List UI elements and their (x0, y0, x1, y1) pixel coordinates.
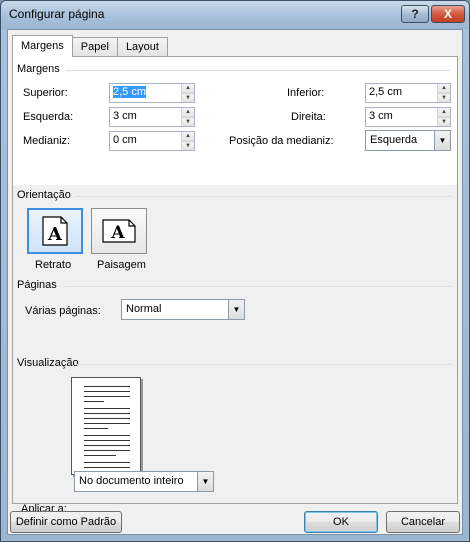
spin-up-icon[interactable]: ▲ (182, 84, 194, 93)
help-icon: ? (411, 7, 419, 21)
esquerda-spin-arrows[interactable]: ▲ ▼ (181, 108, 194, 126)
spin-down-icon[interactable]: ▼ (182, 116, 194, 126)
medianiz-spinner[interactable]: 0 cm ▲ ▼ (109, 131, 195, 151)
page-setup-dialog: Configurar página ? X Margens Papel Layo… (0, 0, 470, 542)
apply-to-select[interactable]: No documento inteiro ▼ (74, 471, 214, 492)
orientation-separator (75, 196, 451, 197)
title-bar[interactable]: Configurar página ? X (1, 1, 469, 29)
inferior-label: Inferior: (287, 87, 325, 99)
direita-spin-arrows[interactable]: ▲ ▼ (437, 108, 450, 126)
chevron-down-icon[interactable]: ▼ (434, 131, 450, 150)
set-as-default-button[interactable]: Definir como Padrão (10, 511, 122, 533)
superior-label: Superior: (23, 87, 68, 99)
pages-separator (65, 286, 451, 287)
close-icon: X (443, 7, 452, 21)
portrait-page-icon: A (42, 216, 68, 246)
portrait-label: Retrato (35, 259, 72, 271)
medianiz-value[interactable]: 0 cm (110, 132, 181, 150)
cancel-button[interactable]: Cancelar (386, 511, 460, 533)
close-button[interactable]: X (431, 5, 465, 23)
posicao-medianiz-value: Esquerda (370, 134, 418, 146)
margins-group: Margens Superior: 2,5 cm ▲ ▼ Inferior: 2,… (13, 57, 457, 185)
margins-separator (65, 70, 451, 71)
portrait-button[interactable]: A (27, 208, 83, 254)
superior-spin-arrows[interactable]: ▲ ▼ (181, 84, 194, 102)
esquerda-label: Esquerda: (23, 111, 74, 123)
esquerda-value[interactable]: 3 cm (110, 108, 181, 126)
help-button[interactable]: ? (401, 5, 429, 23)
pages-group-title: Páginas (17, 279, 57, 291)
landscape-page-icon: A (102, 219, 136, 243)
spin-up-icon[interactable]: ▲ (438, 84, 450, 93)
svg-text:A: A (47, 224, 63, 245)
spin-down-icon[interactable]: ▼ (182, 140, 194, 150)
inferior-value[interactable]: 2,5 cm (366, 84, 437, 102)
superior-value: 2,5 cm (113, 86, 147, 98)
dialog-body: Margens Papel Layout Margens Superior: 2… (7, 29, 463, 535)
direita-label: Direita: (291, 111, 326, 123)
spin-down-icon[interactable]: ▼ (438, 116, 450, 126)
spin-down-icon[interactable]: ▼ (182, 92, 194, 102)
medianiz-spin-arrows[interactable]: ▲ ▼ (181, 132, 194, 150)
landscape-label: Paisagem (97, 259, 146, 271)
tab-panel-margens: Margens Superior: 2,5 cm ▲ ▼ Inferior: 2,… (12, 56, 458, 515)
superior-value-field[interactable]: 2,5 cm (110, 84, 181, 102)
spin-up-icon[interactable]: ▲ (438, 108, 450, 117)
tab-margens[interactable]: Margens (12, 35, 73, 57)
preview-separator (77, 364, 451, 365)
spin-up-icon[interactable]: ▲ (182, 132, 194, 141)
page-preview (71, 377, 141, 475)
multiple-pages-label: Várias páginas: (25, 305, 101, 317)
inferior-spin-arrows[interactable]: ▲ ▼ (437, 84, 450, 102)
dialog-title: Configurar página (9, 7, 105, 21)
landscape-button[interactable]: A (91, 208, 147, 254)
esquerda-spinner[interactable]: 3 cm ▲ ▼ (109, 107, 195, 127)
superior-spinner[interactable]: 2,5 cm ▲ ▼ (109, 83, 195, 103)
posicao-medianiz-select[interactable]: Esquerda ▼ (365, 130, 451, 151)
posicao-medianiz-label: Posição da medianiz: (229, 135, 334, 147)
spin-up-icon[interactable]: ▲ (182, 108, 194, 117)
tab-papel[interactable]: Papel (71, 37, 118, 57)
apply-to-value: No documento inteiro (79, 475, 184, 487)
medianiz-label: Medianiz: (23, 135, 71, 147)
margins-group-title: Margens (17, 63, 60, 75)
inferior-spinner[interactable]: 2,5 cm ▲ ▼ (365, 83, 451, 103)
tab-strip: Margens Papel Layout (12, 35, 168, 57)
multiple-pages-value: Normal (126, 303, 162, 315)
chevron-down-icon[interactable]: ▼ (197, 472, 213, 491)
direita-spinner[interactable]: 3 cm ▲ ▼ (365, 107, 451, 127)
direita-value[interactable]: 3 cm (366, 108, 437, 126)
svg-text:A: A (110, 223, 125, 243)
chevron-down-icon[interactable]: ▼ (228, 300, 244, 319)
tab-layout[interactable]: Layout (116, 37, 168, 57)
multiple-pages-select[interactable]: Normal ▼ (121, 299, 245, 320)
orientation-group-title: Orientação (17, 189, 71, 201)
spin-down-icon[interactable]: ▼ (438, 92, 450, 102)
ok-button[interactable]: OK (304, 511, 378, 533)
preview-group-title: Visualização (17, 357, 79, 369)
